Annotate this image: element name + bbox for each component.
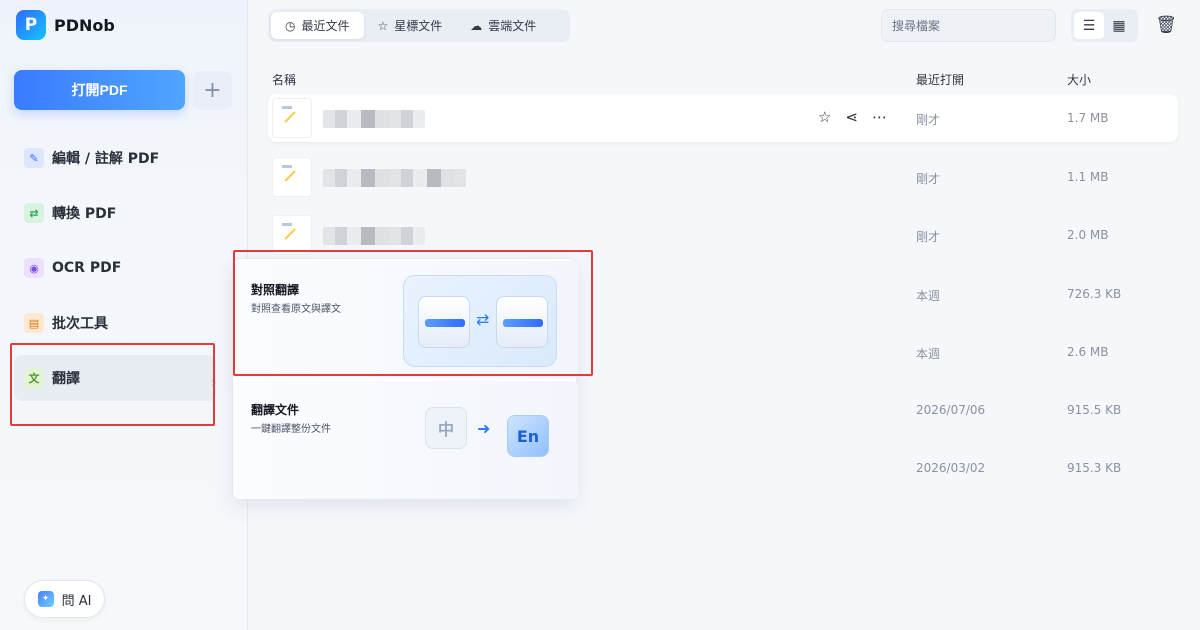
convert-icon: ⇄ bbox=[24, 203, 44, 223]
file-size: 726.3 KB bbox=[1067, 287, 1122, 301]
file-name-blurred bbox=[323, 169, 466, 187]
table-row[interactable]: 剛才 1.1 MB bbox=[268, 153, 1178, 201]
sidebar-item-batch[interactable]: ▤ 批次工具 bbox=[14, 300, 234, 346]
app-name: PDNob bbox=[54, 15, 115, 35]
cloud-icon: ☁ bbox=[470, 18, 483, 33]
document-translate-option[interactable]: 翻譯文件 一鍵翻譯整份文件 中 ➜ En bbox=[233, 381, 578, 499]
file-size: 2.0 MB bbox=[1067, 228, 1109, 242]
search-input[interactable] bbox=[881, 9, 1056, 42]
ai-sparkle-icon: ✦ bbox=[37, 591, 54, 607]
option-title: 翻譯文件 bbox=[251, 403, 300, 417]
highlight-parallel-translate bbox=[233, 250, 593, 376]
tab-label: 星標文件 bbox=[394, 19, 443, 33]
list-view-icon[interactable]: ☰ bbox=[1074, 12, 1104, 39]
grid-view-icon[interactable]: ▦ bbox=[1104, 12, 1134, 39]
share-icon[interactable]: ⋖ bbox=[845, 108, 858, 126]
file-size: 2.6 MB bbox=[1067, 345, 1109, 359]
view-toggle: ☰ ▦ bbox=[1071, 9, 1138, 42]
file-opened: 本週 bbox=[916, 347, 941, 361]
tab-cloud[interactable]: ☁ 雲端文件 bbox=[456, 12, 550, 39]
ask-ai-label: 問 AI bbox=[61, 593, 92, 609]
ocr-icon: ◉ bbox=[24, 258, 44, 278]
sidebar-item-label: 轉換 PDF bbox=[52, 206, 117, 222]
chinese-glyph-icon: 中 bbox=[425, 407, 467, 449]
clock-icon: ◷ bbox=[285, 18, 296, 33]
sidebar-item-edit[interactable]: ✎ 編輯 / 註解 PDF bbox=[14, 135, 234, 181]
pdf-file-icon bbox=[272, 157, 312, 197]
column-name-header[interactable]: 名稱 bbox=[272, 71, 296, 88]
edit-icon: ✎ bbox=[24, 148, 44, 168]
star-icon: ☆ bbox=[377, 18, 389, 33]
file-name-blurred bbox=[323, 110, 425, 128]
pdf-file-icon bbox=[272, 215, 312, 255]
ask-ai-button[interactable]: ✦ 問 AI bbox=[24, 580, 105, 618]
file-size: 1.7 MB bbox=[1067, 111, 1109, 125]
file-opened: 2026/03/02 bbox=[916, 461, 986, 475]
file-size: 1.1 MB bbox=[1067, 170, 1109, 184]
file-opened: 剛才 bbox=[916, 113, 941, 127]
file-opened: 本週 bbox=[916, 289, 941, 303]
tab-starred[interactable]: ☆ 星標文件 bbox=[364, 12, 457, 39]
star-icon[interactable]: ☆ bbox=[818, 108, 831, 126]
tab-label: 雲端文件 bbox=[488, 19, 537, 33]
option-description: 一鍵翻譯整份文件 bbox=[251, 424, 331, 435]
app-logo: P PDNob bbox=[16, 10, 115, 40]
tab-label: 最近文件 bbox=[301, 19, 350, 33]
file-opened: 剛才 bbox=[916, 230, 941, 244]
sidebar: P PDNob 打開PDF + ✎ 編輯 / 註解 PDF ⇄ 轉換 PDF ◉… bbox=[0, 0, 248, 630]
sidebar-item-ocr[interactable]: ◉ OCR PDF bbox=[14, 245, 234, 291]
add-button[interactable]: + bbox=[193, 71, 232, 110]
english-glyph-icon: En bbox=[507, 415, 549, 457]
file-name-blurred bbox=[323, 227, 425, 245]
file-tabs: ◷ 最近文件 ☆ 星標文件 ☁ 雲端文件 bbox=[268, 9, 570, 42]
translate-arrow-icon: ➜ bbox=[477, 419, 491, 438]
file-opened: 剛才 bbox=[916, 172, 941, 186]
sidebar-item-label: 批次工具 bbox=[52, 316, 108, 332]
sidebar-item-label: 編輯 / 註解 PDF bbox=[52, 151, 160, 167]
column-size-header[interactable]: 大小 bbox=[1067, 71, 1091, 88]
file-size: 915.5 KB bbox=[1067, 403, 1122, 417]
sidebar-item-label: OCR PDF bbox=[52, 260, 122, 276]
batch-icon: ▤ bbox=[24, 313, 44, 333]
highlight-translate-nav bbox=[10, 343, 215, 426]
pdnob-logo-icon: P bbox=[16, 10, 46, 40]
sidebar-item-convert[interactable]: ⇄ 轉換 PDF bbox=[14, 190, 234, 236]
file-size: 915.3 KB bbox=[1067, 461, 1122, 475]
table-row[interactable]: ☆ ⋖ ⋯ 剛才 1.7 MB bbox=[268, 94, 1178, 142]
column-opened-header[interactable]: 最近打開 bbox=[916, 71, 964, 88]
more-icon[interactable]: ⋯ bbox=[872, 108, 887, 126]
tab-recent[interactable]: ◷ 最近文件 bbox=[271, 12, 364, 39]
pdf-file-icon bbox=[272, 98, 312, 138]
file-opened: 2026/07/06 bbox=[916, 403, 986, 417]
row-actions: ☆ ⋖ ⋯ bbox=[818, 108, 887, 126]
open-pdf-button[interactable]: 打開PDF bbox=[14, 70, 185, 110]
trash-icon[interactable]: 🗑 bbox=[1155, 14, 1177, 36]
